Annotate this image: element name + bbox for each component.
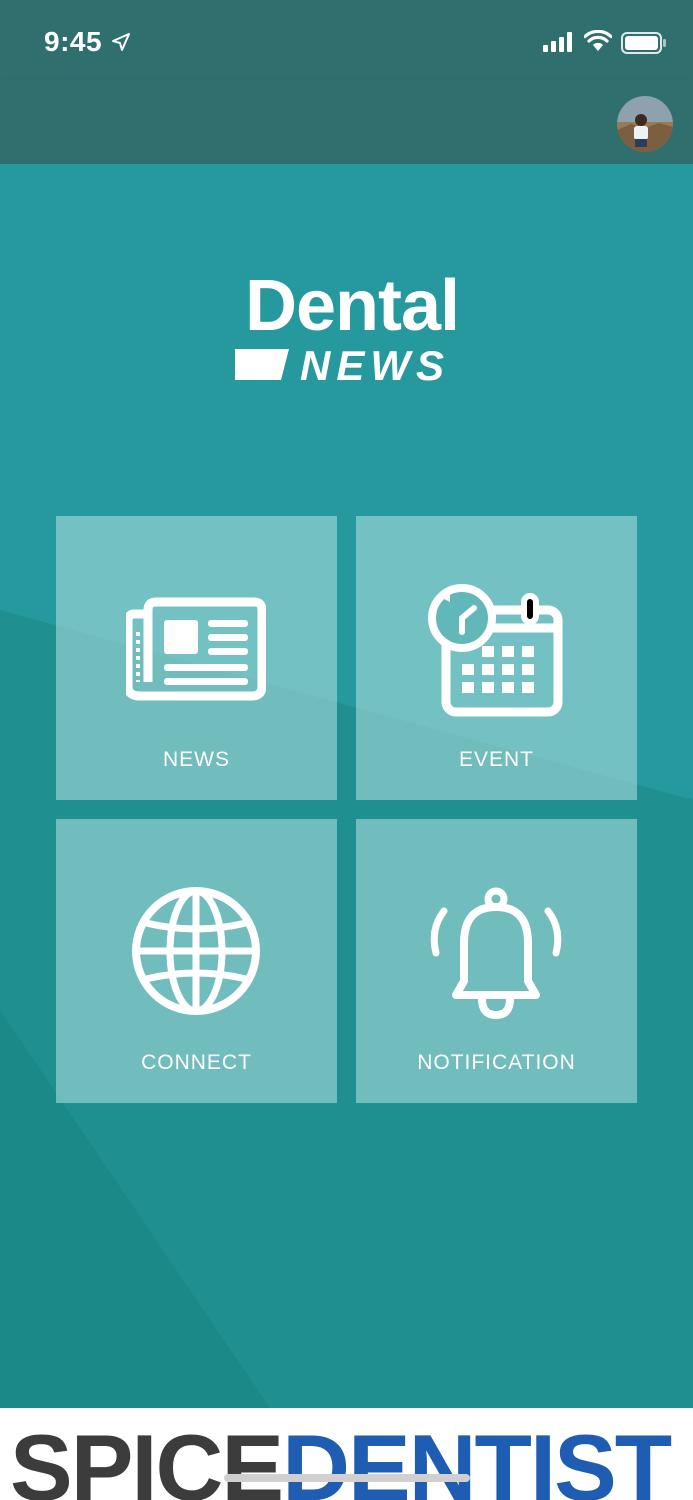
event-tile[interactable]: EVENT [356, 516, 637, 800]
newspaper-icon [126, 597, 266, 701]
home-indicator[interactable] [224, 1474, 470, 1482]
connect-tile-label: CONNECT [141, 1051, 252, 1074]
status-time: 9:45 [44, 26, 103, 57]
news-tile[interactable]: NEWS [56, 516, 337, 800]
notification-tile-label: NOTIFICATION [417, 1051, 576, 1074]
logo-bar-shape [235, 349, 289, 380]
calendar-clock-icon [428, 584, 563, 717]
avatar-photo [617, 96, 673, 152]
profile-avatar[interactable] [617, 96, 673, 152]
connect-tile[interactable]: CONNECT [56, 819, 337, 1103]
cellular-signal-icon [543, 32, 572, 52]
ad-logo-text: SPICEDENTIST [10, 1415, 672, 1500]
event-tile-label: EVENT [458, 748, 534, 771]
location-arrow-icon [112, 33, 130, 51]
status-bar: 9:45 [0, 0, 693, 80]
ad-text-dentist: DENTIST [282, 1415, 672, 1500]
dental-news-logo: Dental NEWS [232, 266, 472, 389]
wifi-icon [584, 30, 612, 51]
globe-icon [132, 887, 260, 1015]
notification-tile[interactable]: NOTIFICATION [356, 819, 637, 1103]
bell-icon [430, 887, 562, 1020]
ad-text-spice: SPICE [10, 1415, 284, 1500]
logo-subtitle: NEWS [300, 342, 450, 389]
app-header [0, 80, 693, 164]
logo-title: Dental [244, 266, 460, 346]
ad-banner[interactable]: SPICEDENTIST [0, 1408, 693, 1500]
news-tile-label: NEWS [163, 748, 230, 771]
battery-icon [621, 32, 666, 54]
